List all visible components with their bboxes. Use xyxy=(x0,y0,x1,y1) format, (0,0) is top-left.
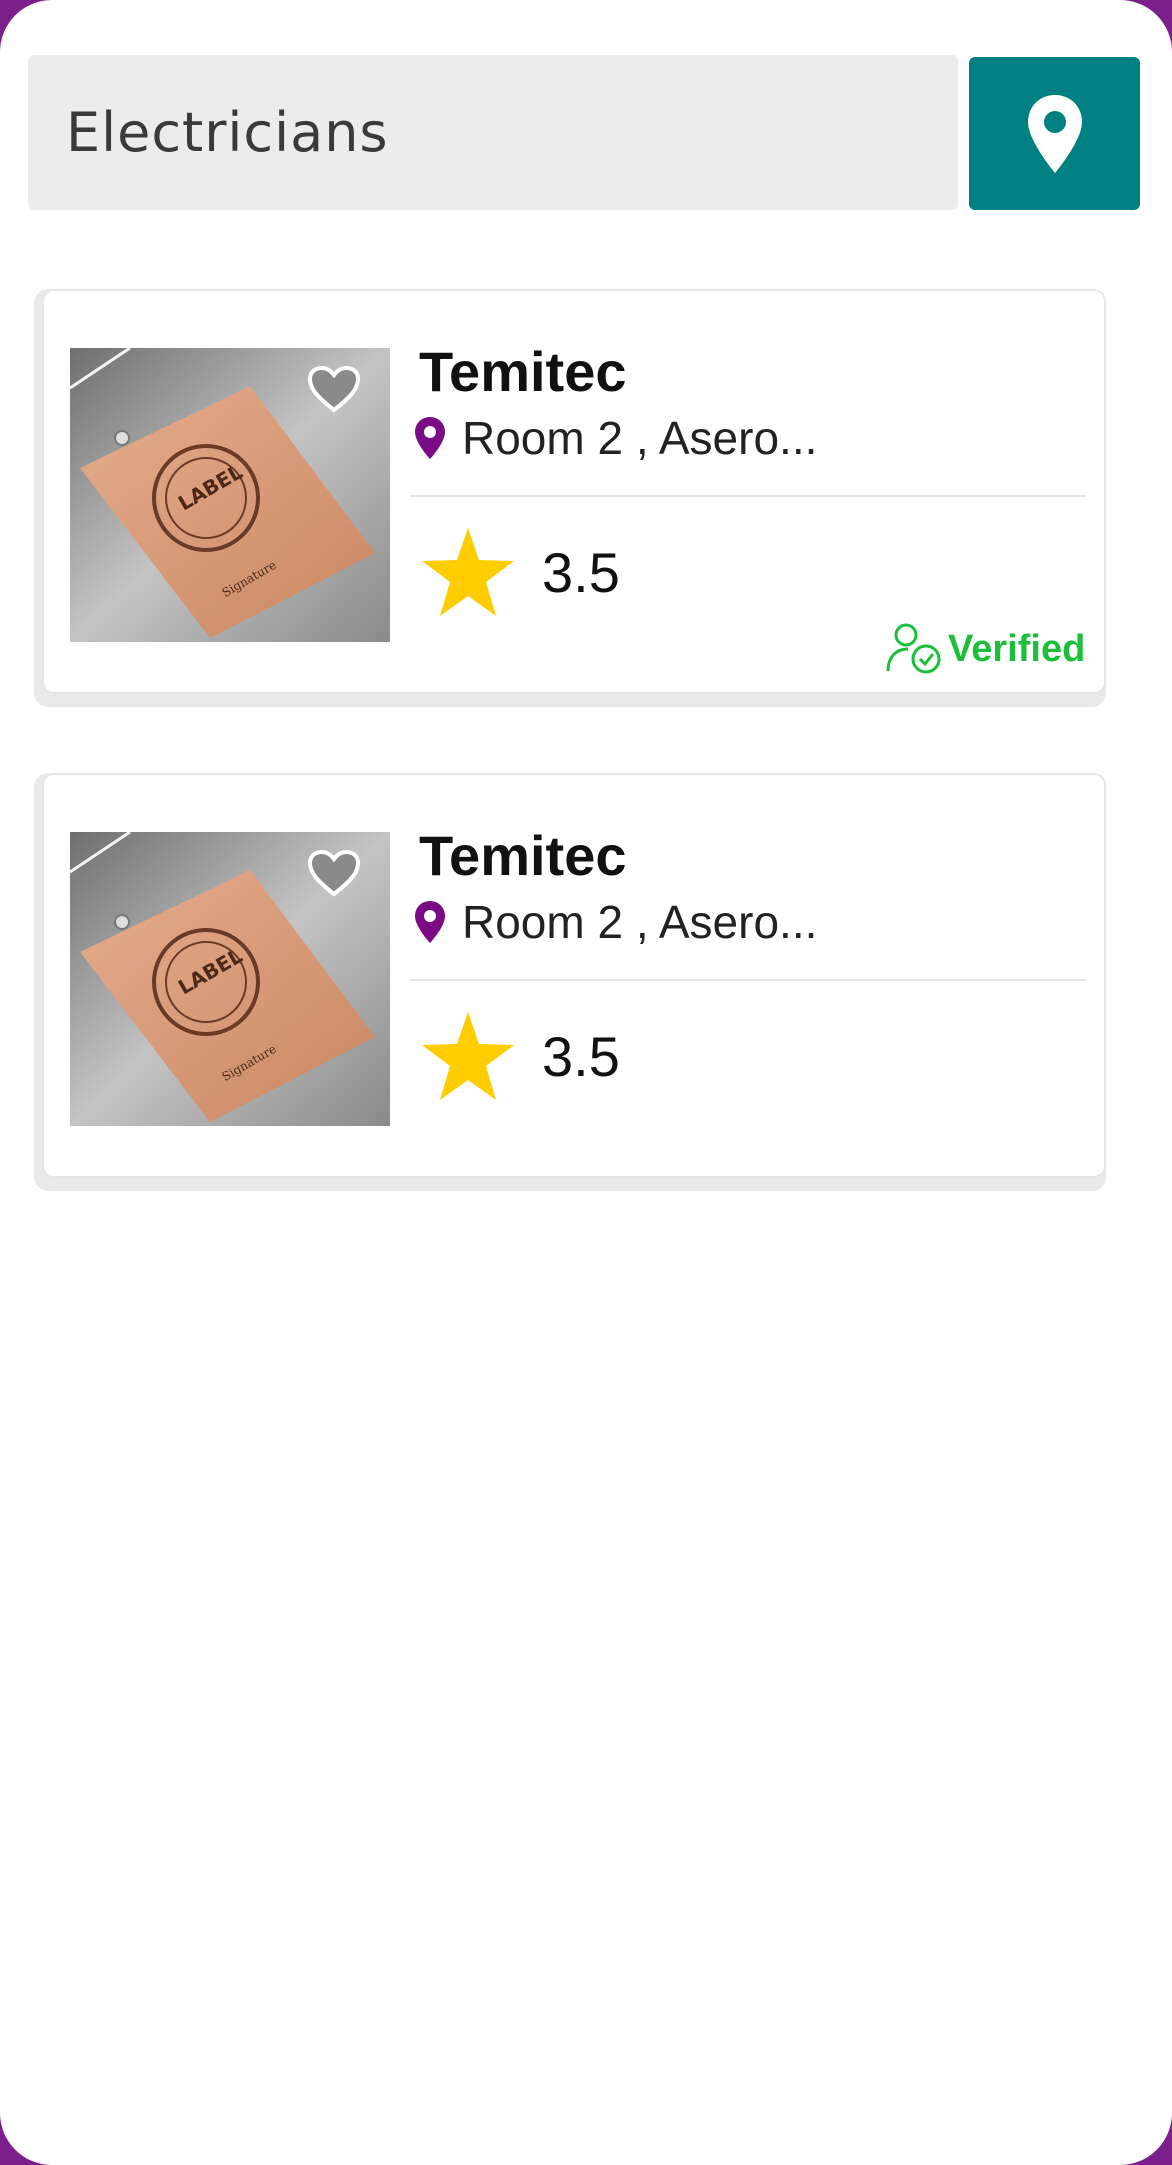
listing-thumbnail[interactable]: LABEL Signature xyxy=(70,348,390,642)
rating-value: 3.5 xyxy=(542,540,620,604)
business-name[interactable]: Temitec xyxy=(419,339,626,404)
business-address: Room 2 , Asero... xyxy=(462,896,818,948)
star-icon xyxy=(422,528,514,616)
listing-card-body: LABEL Signature Temitec Room 2 , Asero..… xyxy=(42,773,1106,1178)
map-pin-icon xyxy=(415,901,445,943)
search-input[interactable]: Electricians xyxy=(28,55,958,210)
heart-icon[interactable] xyxy=(306,848,362,898)
heart-icon[interactable] xyxy=(306,364,362,414)
verified-label: Verified xyxy=(948,627,1086,670)
search-input-value: Electricians xyxy=(66,101,389,164)
divider xyxy=(410,979,1086,981)
location-button[interactable] xyxy=(969,57,1140,210)
business-address: Room 2 , Asero... xyxy=(462,412,818,464)
listing-card[interactable]: LABEL Signature Temitec Room 2 , Asero..… xyxy=(34,289,1106,707)
address-row: Room 2 , Asero... xyxy=(414,895,817,949)
divider xyxy=(410,495,1086,497)
rating-row: 3.5 xyxy=(420,526,620,618)
listing-card[interactable]: LABEL Signature Temitec Room 2 , Asero..… xyxy=(34,773,1106,1191)
map-pin-icon xyxy=(415,417,445,459)
map-pin-icon xyxy=(1027,94,1082,173)
star-icon xyxy=(422,1012,514,1100)
verified-user-icon xyxy=(886,623,941,674)
listing-thumbnail[interactable]: LABEL Signature xyxy=(70,832,390,1126)
app-screen: Electricians LABEL Signature Temitec Roo… xyxy=(0,0,1172,2165)
listing-card-body: LABEL Signature Temitec Room 2 , Asero..… xyxy=(42,289,1106,694)
verified-badge: Verified xyxy=(886,623,1085,675)
rating-row: 3.5 xyxy=(420,1010,620,1102)
address-row: Room 2 , Asero... xyxy=(414,411,817,465)
business-name[interactable]: Temitec xyxy=(419,823,626,888)
rating-value: 3.5 xyxy=(542,1024,620,1088)
